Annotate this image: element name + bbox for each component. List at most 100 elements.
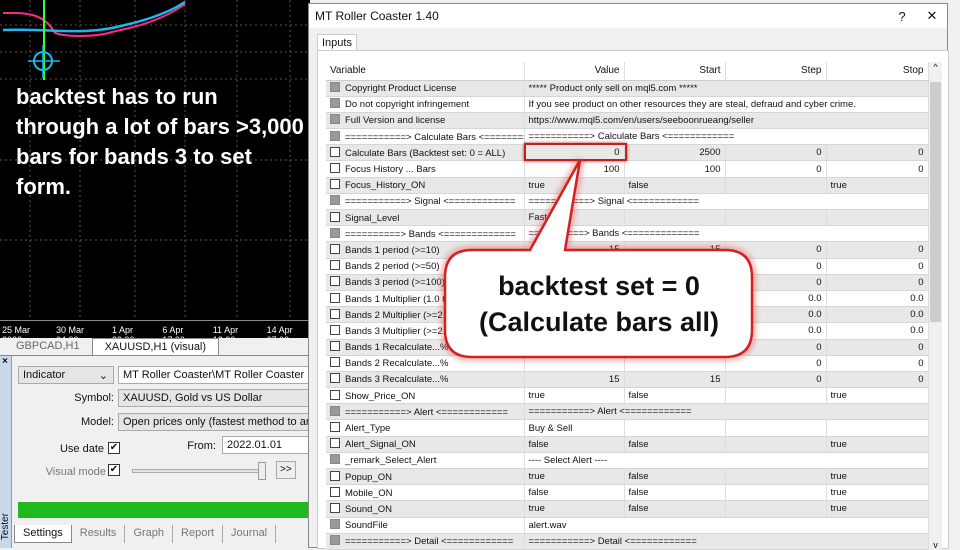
scroll-down-icon[interactable]: v <box>929 540 942 550</box>
table-row[interactable]: Full Version and license https://www.mql5… <box>326 112 929 130</box>
checkbox[interactable] <box>330 389 340 400</box>
step-cell[interactable]: 0 <box>725 339 827 356</box>
value-cell[interactable]: 100 <box>524 160 625 178</box>
step-cell[interactable] <box>725 468 827 486</box>
checkbox[interactable] <box>330 292 340 303</box>
checkbox[interactable] <box>330 146 340 157</box>
variable-cell[interactable]: Focus_History_ON <box>326 177 525 194</box>
table-row[interactable]: Bands 1 period (>=10) 15 15 0 0 <box>326 241 929 259</box>
variable-cell[interactable]: Bands 1 Recalculate...% <box>326 339 525 356</box>
column-stop[interactable]: Stop <box>826 62 929 81</box>
help-button[interactable]: ? <box>887 9 917 24</box>
table-row[interactable]: Alert_Type Buy & Sell <box>326 419 929 437</box>
scroll-up-icon[interactable]: ^ <box>929 62 942 72</box>
variable-cell[interactable]: ===========> Detail <============ <box>326 533 525 550</box>
start-cell[interactable] <box>624 339 726 356</box>
value-cell[interactable]: 15 <box>524 241 625 259</box>
checkbox[interactable] <box>330 341 340 352</box>
tab-results[interactable]: Results <box>72 525 126 543</box>
stop-cell[interactable]: 0.0 <box>826 290 929 308</box>
tab-settings[interactable]: Settings <box>14 525 72 543</box>
tab-report[interactable]: Report <box>173 525 224 543</box>
table-row[interactable]: Bands 1 Recalculate...% 0 0 <box>326 339 929 356</box>
close-icon[interactable]: × <box>0 356 11 367</box>
model-select[interactable]: Open prices only (fastest method to anal… <box>118 413 310 431</box>
variable-cell[interactable]: Popup_ON <box>326 468 525 486</box>
tab-inputs[interactable]: Inputs <box>317 34 357 50</box>
variable-cell[interactable]: Alert_Type <box>326 419 525 437</box>
speed-slider[interactable] <box>132 469 264 473</box>
step-cell[interactable] <box>725 209 827 227</box>
table-row[interactable]: Bands 3 Recalculate...% 15 15 0 0 <box>326 371 929 389</box>
start-cell[interactable]: 15 <box>624 241 726 259</box>
variable-cell[interactable]: Sound_ON <box>326 500 525 518</box>
checkbox[interactable] <box>330 357 340 368</box>
variable-cell[interactable]: Calculate Bars (Backtest set: 0 = ALL) <box>326 144 525 162</box>
table-row[interactable]: Signal_Level Fast <box>326 209 929 227</box>
table-row[interactable]: ==========> Bands <============= ========… <box>326 225 929 243</box>
checkbox[interactable] <box>330 179 340 190</box>
variable-cell[interactable]: ===========> Alert <============ <box>326 403 525 421</box>
value-cell[interactable] <box>524 355 625 372</box>
checkbox[interactable] <box>330 243 340 254</box>
start-cell[interactable]: false <box>624 177 726 194</box>
table-row[interactable]: ===========> Signal <============ =======… <box>326 193 929 211</box>
start-cell[interactable] <box>624 355 726 372</box>
checkbox[interactable] <box>330 260 340 271</box>
vertical-scrollbar[interactable]: ^ v <box>929 62 942 550</box>
checkbox[interactable] <box>330 324 340 335</box>
stop-cell[interactable]: 0 <box>826 144 929 162</box>
table-row[interactable]: _remark_Select_Alert ---- Select Alert --… <box>326 452 929 470</box>
checkbox[interactable] <box>330 211 340 222</box>
value-cell[interactable]: ===========> Alert <============ <box>524 403 929 421</box>
column-value[interactable]: Value <box>524 62 625 81</box>
start-cell[interactable] <box>624 209 726 227</box>
checkbox[interactable] <box>330 470 340 481</box>
variable-cell[interactable]: Bands 2 Recalculate...% <box>326 355 525 372</box>
step-cell[interactable]: 0 <box>725 241 827 259</box>
table-row[interactable]: Sound_ON true false true <box>326 500 929 518</box>
stop-cell[interactable]: true <box>826 484 929 502</box>
variable-cell[interactable]: Do not copyright infringement <box>326 96 525 113</box>
start-cell[interactable]: false <box>624 500 726 518</box>
stop-cell[interactable]: 0 <box>826 355 929 372</box>
variable-cell[interactable]: Bands 3 Recalculate...% <box>326 371 525 389</box>
step-cell[interactable]: 0 <box>725 144 827 162</box>
value-cell[interactable]: 15 <box>524 371 625 389</box>
tab-xauusd-visual[interactable]: XAUUSD,H1 (visual) <box>91 338 220 355</box>
stop-cell[interactable]: 0.0 <box>826 306 929 324</box>
variable-cell[interactable]: Mobile_ON <box>326 484 525 502</box>
start-cell[interactable]: false <box>624 436 726 453</box>
checkbox[interactable] <box>330 373 340 384</box>
symbol-select[interactable]: XAUUSD, Gold vs US Dollar <box>118 389 310 407</box>
value-cell[interactable]: true <box>524 177 625 194</box>
stop-cell[interactable]: 0 <box>826 371 929 389</box>
step-cell[interactable] <box>725 419 827 437</box>
use-date-checkbox[interactable]: ✔ <box>108 442 120 454</box>
table-row[interactable]: ===========> Alert <============ ========… <box>326 403 929 421</box>
value-cell[interactable]: alert.wav <box>524 517 929 534</box>
value-cell[interactable]: ***** Product only sell on mql5.com ****… <box>524 80 929 97</box>
value-cell[interactable]: ---- Select Alert ---- <box>524 452 929 470</box>
type-select[interactable]: Indicator ⌄ <box>18 366 114 384</box>
value-cell[interactable] <box>524 339 625 356</box>
value-cell[interactable]: true <box>524 387 625 405</box>
start-cell[interactable]: 100 <box>624 160 726 178</box>
step-cell[interactable]: 0 <box>725 371 827 389</box>
value-cell[interactable]: If you see product on other resources th… <box>524 96 929 113</box>
step-cell[interactable] <box>725 387 827 405</box>
table-row[interactable]: Calculate Bars (Backtest set: 0 = ALL) 0 2… <box>326 144 929 162</box>
variable-cell[interactable]: Copyright Product License <box>326 80 525 97</box>
table-row[interactable]: Show_Price_ON true false true <box>326 387 929 405</box>
stop-cell[interactable]: 0 <box>826 258 929 275</box>
checkbox[interactable] <box>330 422 340 433</box>
variable-cell[interactable]: Alert_Signal_ON <box>326 436 525 453</box>
value-cell[interactable]: Fast <box>524 209 625 227</box>
expert-select[interactable]: MT Roller Coaster\MT Roller Coaster 1.40… <box>118 366 310 384</box>
scrollbar-thumb[interactable] <box>930 82 941 322</box>
variable-cell[interactable]: SoundFile <box>326 517 525 534</box>
tab-gbpcad[interactable]: GBPCAD,H1 <box>4 338 92 355</box>
stop-cell[interactable]: true <box>826 177 929 194</box>
value-cell[interactable]: ===========> Detail <============ <box>524 533 929 550</box>
value-cell[interactable]: ===========> Signal <============ <box>524 193 929 211</box>
